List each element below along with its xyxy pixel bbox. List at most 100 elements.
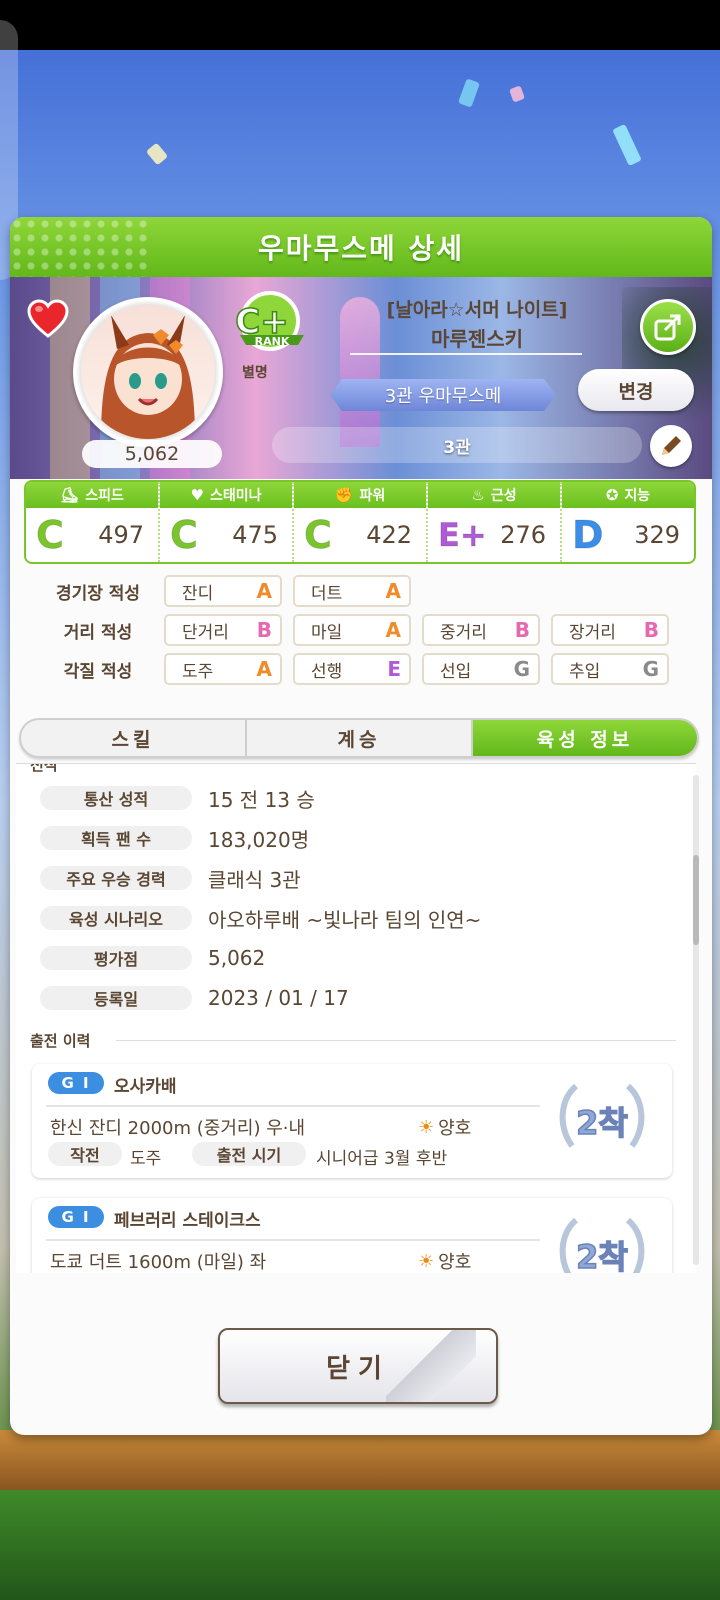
cutoff-heading: 전적 [30, 763, 58, 774]
timing-tag: 출전 시기 [192, 1142, 306, 1166]
aptitude-medium: 중거리 B [422, 614, 540, 646]
confetti [145, 142, 169, 166]
title-field[interactable]: 3관 [272, 427, 642, 463]
favorite-heart-button[interactable] [26, 297, 70, 341]
stat-grade: D [572, 513, 605, 558]
page-title: 우마무스메 상세 [257, 232, 465, 265]
nickname-label: 별명 [242, 365, 268, 381]
info-key: 주요 우승 경력 [40, 866, 192, 890]
aptitude-label: 각질 적성 [63, 661, 133, 682]
header-pattern [10, 217, 150, 277]
grade-badge: G I [48, 1072, 104, 1094]
info-value: 클래식 3관 [208, 867, 301, 892]
character-portrait-icon [101, 315, 195, 439]
race-card[interactable]: G I 페브러리 스테이크스 도쿄 더트 1600m (마일) 좌 ☀ 양호 2착 [32, 1198, 672, 1273]
race-course: 도쿄 더트 1600m (마일) 좌 [50, 1252, 267, 1273]
info-row: 통산 성적 15 전 13 승 [40, 784, 315, 812]
rank-badge: C+ RANK [232, 289, 312, 361]
tab-inheritance[interactable]: 계승 [247, 720, 473, 756]
aptitude-leader: 선행 E [293, 653, 411, 685]
info-key: 평가점 [40, 946, 192, 970]
track-condition: ☀ 양호 [418, 1116, 472, 1140]
aptitude-long: 장거리 B [551, 614, 669, 646]
stat-name: 스피드 [85, 488, 124, 504]
detail-panel: 우마무스메 상세 5,062 C+ RANK 별명 [날아라☆서머 나이트] 마… [10, 217, 712, 1435]
stat-value: 329 [634, 521, 680, 549]
close-button[interactable]: 닫기 [218, 1328, 498, 1404]
training-info-scroll[interactable]: 전적 통산 성적 15 전 13 승 획득 팬 수 183,020명 주요 우승… [16, 763, 696, 1273]
aptitude-dirt: 더트 A [293, 575, 411, 607]
race-name: 페브러리 스테이크스 [114, 1211, 261, 1231]
rank-icon: C+ RANK [235, 291, 304, 351]
share-button[interactable] [640, 299, 696, 355]
stat-name: 지능 [624, 488, 651, 504]
place-text: 2착 [576, 1238, 628, 1273]
tab-bar: 스킬 계승 육성 정보 [19, 718, 699, 758]
aptitude-chaser: 추입 G [551, 653, 669, 685]
stat-guts: ♨ 근성 E+ 276 [428, 482, 562, 562]
stat-grade: C [170, 513, 199, 558]
outfit-title: [날아라☆서머 나이트] [386, 299, 568, 321]
distance-aptitude-row: 거리 적성 단거리 B 마일 A 중거리 B 장거리 B [32, 614, 680, 646]
info-row: 주요 우승 경력 클래식 3관 [40, 864, 301, 892]
shoe-icon: ⛸ [60, 486, 80, 504]
info-key: 통산 성적 [40, 786, 192, 810]
race-card[interactable]: G I 오사카배 한신 잔디 2000m (중거리) 우·내 ☀ 양호 작전 도주… [32, 1064, 672, 1178]
strategy-value: 도주 [130, 1149, 162, 1169]
info-row: 평가점 5,062 [40, 944, 265, 972]
info-value: 15 전 13 승 [208, 787, 315, 812]
character-name: 마루젠스키 [431, 327, 523, 351]
aptitude-turf: 잔디 A [164, 575, 282, 607]
style-aptitude-row: 각질 적성 도주 A 선행 E 선입 G 추입 G [32, 653, 680, 685]
stat-stamina: ♥ 스태미나 C 475 [160, 482, 294, 562]
stat-grade: E+ [438, 516, 488, 555]
laurel-icon: 2착 [559, 1217, 645, 1273]
button-shine [386, 1330, 476, 1402]
info-value: 아오하루배 ~빛나라 팀의 인연~ [208, 907, 482, 932]
nickname-ribbon: 3관 우마무스메 [330, 379, 556, 411]
confetti [612, 123, 642, 167]
divider [350, 353, 582, 355]
graduation-cap-icon: ✪ [605, 486, 619, 504]
close-label: 닫기 [326, 1353, 390, 1384]
race-course: 한신 잔디 2000m (중거리) 우·내 [50, 1118, 306, 1139]
info-row: 육성 시나리오 아오하루배 ~빛나라 팀의 인연~ [40, 904, 481, 932]
evaluation-score: 5,062 [82, 440, 222, 468]
info-value: 2023 / 01 / 17 [208, 986, 349, 1010]
background-grass [0, 1490, 720, 1600]
info-value: 5,062 [208, 946, 266, 970]
avatar[interactable] [73, 297, 223, 447]
stat-value: 475 [232, 521, 278, 549]
scrollbar-thumb[interactable] [693, 855, 699, 945]
aptitude-runner: 도주 A [164, 653, 282, 685]
aptitude-label: 경기장 적성 [55, 583, 141, 604]
heart-icon [27, 299, 69, 338]
pencil-icon [662, 436, 681, 455]
stat-name: 근성 [490, 488, 517, 504]
info-key: 등록일 [40, 986, 192, 1010]
sun-icon: ☀ [418, 1250, 435, 1272]
status-bar [0, 0, 720, 50]
confetti [457, 78, 481, 108]
change-nickname-button[interactable]: 변경 [578, 369, 694, 411]
place-medal: 2착 [554, 1210, 650, 1273]
background-ground [0, 1430, 720, 1490]
tab-skills[interactable]: 스킬 [21, 720, 247, 756]
track-condition: ☀ 양호 [418, 1250, 472, 1274]
aptitude-betweener: 선입 G [422, 653, 540, 685]
info-key: 획득 팬 수 [40, 826, 192, 850]
stat-value: 276 [500, 521, 546, 549]
rank-label: RANK [255, 335, 290, 348]
race-name: 오사카배 [114, 1077, 177, 1097]
scrollbar[interactable] [693, 775, 699, 1265]
laurel-icon: 2착 [559, 1083, 645, 1148]
stat-value: 422 [366, 521, 412, 549]
character-hero: 5,062 C+ RANK 별명 [날아라☆서머 나이트] 마루젠스키 3관 우… [10, 277, 712, 479]
stat-name: 파워 [359, 488, 386, 504]
aptitude-label: 거리 적성 [63, 622, 133, 643]
confetti [508, 85, 526, 103]
edit-button[interactable] [650, 425, 692, 467]
tab-training-info[interactable]: 육성 정보 [473, 720, 697, 756]
strategy-tag: 작전 [48, 1142, 122, 1166]
divider [46, 1239, 540, 1241]
